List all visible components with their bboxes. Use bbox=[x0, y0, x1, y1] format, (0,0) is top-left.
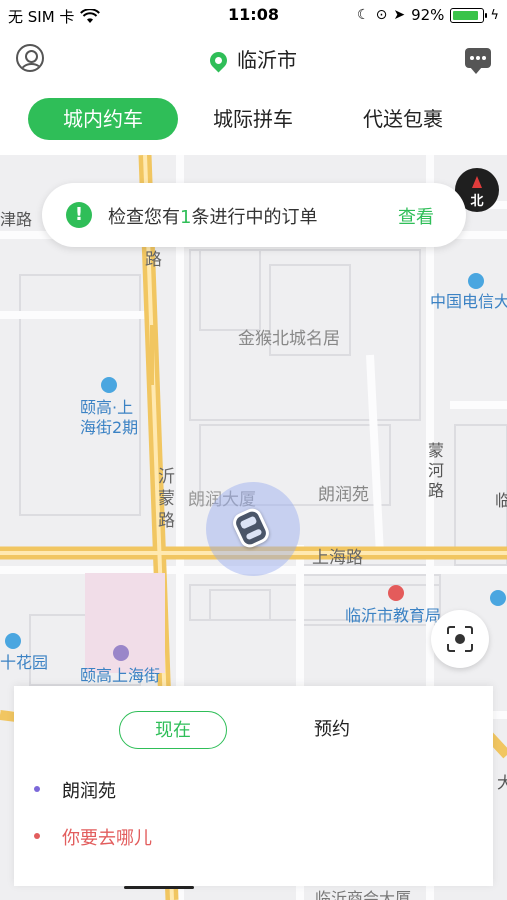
service-tabs: 城内约车 城际拼车 代送包裹 bbox=[0, 94, 507, 150]
tab-intercity-carpool[interactable]: 城际拼车 bbox=[178, 98, 328, 140]
trip-panel: 现在 预约 朗润苑 你要去哪儿 bbox=[14, 686, 493, 886]
destination-dot bbox=[34, 833, 40, 839]
status-right: ☾ ⊙ ➤ 92% ϟ bbox=[357, 6, 499, 24]
poi-shopping-icon bbox=[113, 645, 129, 661]
charging-icon: ϟ bbox=[490, 7, 499, 23]
tab-city-ride[interactable]: 城内约车 bbox=[28, 98, 178, 140]
app-header: 临沂市 bbox=[0, 30, 507, 86]
map-label-flower: 十花园 bbox=[0, 653, 49, 672]
map-label-yigao1: 颐高·上 bbox=[80, 398, 134, 417]
scan-dot bbox=[455, 634, 465, 644]
locate-me-button[interactable] bbox=[431, 610, 489, 668]
tab-parcel-delivery[interactable]: 代送包裹 bbox=[328, 98, 478, 140]
map-label-langrun-garden: 朗润苑 bbox=[318, 485, 369, 505]
map-label-right-edge: 临 bbox=[495, 491, 507, 510]
location-arrow-icon: ➤ bbox=[393, 7, 406, 23]
notice-text: 检查您有1条进行中的订单 bbox=[108, 203, 317, 229]
home-indicator bbox=[124, 886, 194, 889]
poi-building-icon bbox=[5, 633, 21, 649]
poi-government-icon bbox=[388, 585, 404, 601]
map-label-meng2: 河 bbox=[428, 461, 445, 480]
map-label-road-left: 津路 bbox=[0, 210, 33, 229]
map-label-yigao2: 海街2期 bbox=[80, 418, 139, 437]
map-label-right-bottom: 大 bbox=[497, 773, 507, 792]
map-label-education: 临沂市教育局 bbox=[345, 606, 442, 625]
map-label-meng3: 路 bbox=[428, 481, 445, 500]
notice-count: 1 bbox=[180, 207, 192, 228]
rotation-lock-icon: ⊙ bbox=[375, 7, 388, 23]
poi-building-icon bbox=[101, 377, 117, 393]
notice-prefix: 检查您有 bbox=[108, 207, 180, 228]
battery-icon bbox=[450, 7, 488, 23]
battery-percent: 92% bbox=[411, 6, 445, 24]
battery-fill bbox=[453, 10, 479, 20]
city-selector[interactable]: 临沂市 bbox=[0, 44, 507, 73]
map-label-yigao-street: 颐高上海街 bbox=[80, 666, 161, 685]
compass-needle bbox=[472, 176, 482, 188]
status-bar: 无 SIM 卡 11:08 ☾ ⊙ ➤ 92% ϟ bbox=[0, 0, 507, 30]
notice-suffix: 条进行中的订单 bbox=[191, 207, 318, 228]
map-label-yi2: 蒙 bbox=[158, 489, 175, 509]
view-orders-link[interactable]: 查看 bbox=[398, 203, 434, 229]
poi-building-icon bbox=[490, 590, 506, 606]
chat-bubble-icon[interactable] bbox=[465, 48, 491, 74]
origin-dot bbox=[34, 786, 40, 792]
origin-field[interactable]: 朗润苑 bbox=[62, 777, 116, 803]
map-label-shanghai-road: 上海路 bbox=[312, 548, 363, 568]
exclamation-icon: ! bbox=[66, 202, 92, 228]
map-label-bottom: 临沂商会大厦 bbox=[315, 889, 412, 900]
map-label-road-vertical: 路 bbox=[145, 250, 162, 270]
map-label-yi1: 沂 bbox=[158, 467, 175, 487]
mode-now-button[interactable]: 现在 bbox=[119, 711, 227, 749]
map-label-meng1: 蒙 bbox=[428, 441, 445, 460]
mode-reserve-button[interactable]: 预约 bbox=[292, 711, 372, 749]
poi-building-icon bbox=[468, 273, 484, 289]
ongoing-order-banner[interactable]: ! 检查您有1条进行中的订单 查看 bbox=[42, 183, 466, 247]
map-label-jinhou: 金猴北城名居 bbox=[238, 329, 340, 349]
location-pin-icon bbox=[206, 48, 231, 73]
map-label-telecom: 中国电信大 bbox=[430, 292, 507, 311]
moon-icon: ☾ bbox=[357, 7, 370, 23]
city-name: 临沂市 bbox=[237, 48, 297, 72]
destination-field[interactable]: 你要去哪儿 bbox=[62, 824, 152, 850]
map-label-yi3: 路 bbox=[158, 511, 175, 531]
